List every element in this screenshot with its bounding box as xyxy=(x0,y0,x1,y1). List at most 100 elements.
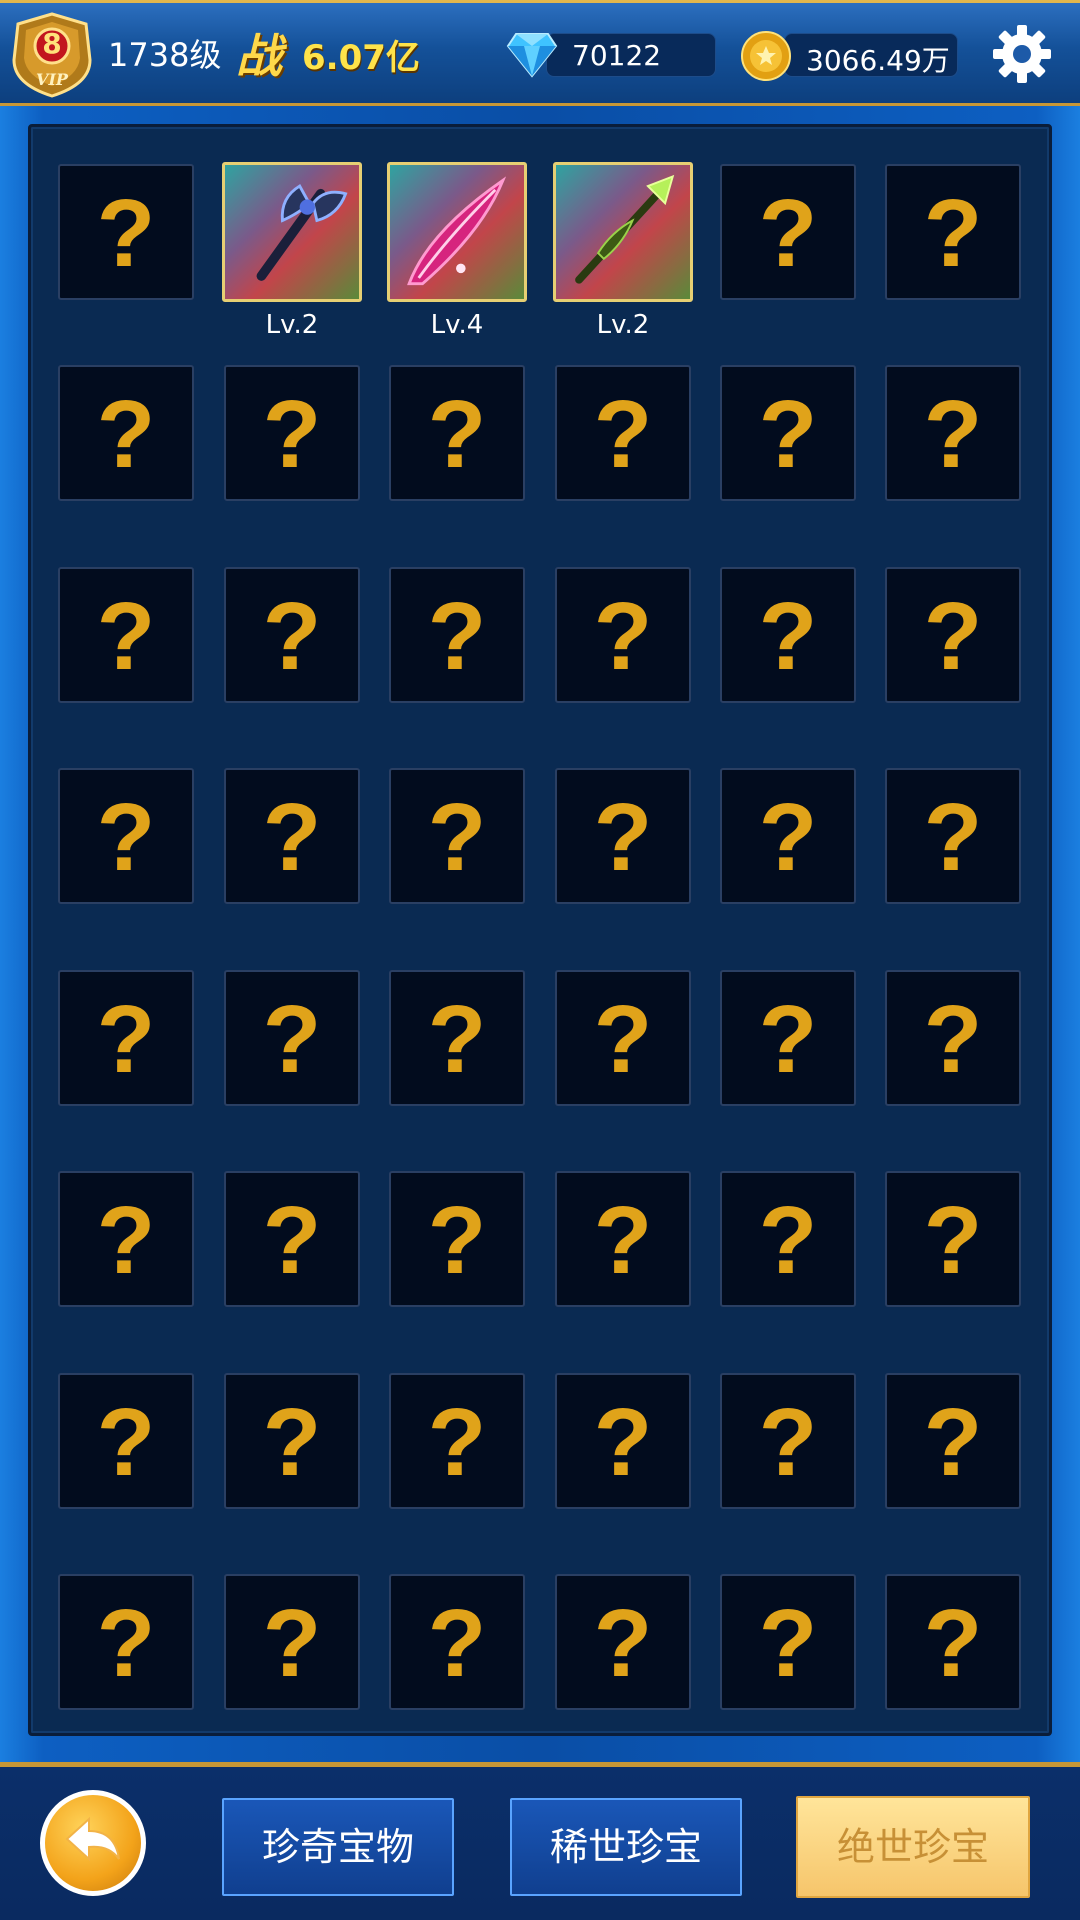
locked-treasure-slot[interactable]: ? xyxy=(389,970,525,1106)
locked-treasure-slot[interactable]: ? xyxy=(224,768,360,904)
question-mark-icon: ? xyxy=(758,381,818,488)
locked-treasure-slot[interactable]: ? xyxy=(224,567,360,703)
locked-treasure-slot[interactable]: ? xyxy=(58,1574,194,1710)
locked-treasure-slot[interactable]: ? xyxy=(885,567,1021,703)
locked-treasure-slot[interactable]: ? xyxy=(389,365,525,501)
locked-treasure-slot[interactable]: ? xyxy=(58,567,194,703)
treasure-slot-green-spear[interactable] xyxy=(553,162,693,302)
locked-treasure-slot[interactable]: ? xyxy=(720,567,856,703)
question-mark-icon: ? xyxy=(96,784,156,891)
question-mark-icon: ? xyxy=(427,1187,487,1294)
locked-treasure-slot[interactable]: ? xyxy=(885,365,1021,501)
locked-treasure-slot[interactable]: ? xyxy=(720,1373,856,1509)
treasure-slot-battle-axe[interactable] xyxy=(222,162,362,302)
question-mark-icon: ? xyxy=(96,180,156,287)
locked-treasure-slot[interactable]: ? xyxy=(555,768,691,904)
question-mark-icon: ? xyxy=(262,986,322,1093)
question-mark-icon: ? xyxy=(593,1389,653,1496)
locked-treasure-slot[interactable]: ? xyxy=(720,365,856,501)
question-mark-icon: ? xyxy=(593,381,653,488)
question-mark-icon: ? xyxy=(923,784,983,891)
question-mark-icon: ? xyxy=(923,1389,983,1496)
locked-treasure-slot[interactable]: ? xyxy=(389,1171,525,1307)
locked-treasure-slot[interactable]: ? xyxy=(224,1574,360,1710)
question-mark-icon: ? xyxy=(923,986,983,1093)
back-button[interactable] xyxy=(40,1790,146,1896)
tab-precious-treasure[interactable]: 稀世珍宝 xyxy=(510,1798,742,1896)
locked-treasure-slot[interactable]: ? xyxy=(555,1574,691,1710)
treasure-level: Lv.2 xyxy=(596,310,650,340)
question-mark-icon: ? xyxy=(262,1590,322,1697)
question-mark-icon: ? xyxy=(923,1187,983,1294)
locked-treasure-slot[interactable]: ? xyxy=(224,1373,360,1509)
question-mark-icon: ? xyxy=(593,1590,653,1697)
question-mark-icon: ? xyxy=(427,986,487,1093)
locked-treasure-slot[interactable]: ? xyxy=(58,768,194,904)
locked-treasure-slot[interactable]: ? xyxy=(885,164,1021,300)
locked-treasure-slot[interactable]: ? xyxy=(389,768,525,904)
locked-treasure-slot[interactable]: ? xyxy=(885,1574,1021,1710)
question-mark-icon: ? xyxy=(96,1590,156,1697)
pink-crystal-blade-icon xyxy=(407,176,507,286)
back-arrow-icon xyxy=(65,1816,120,1862)
locked-treasure-slot[interactable]: ? xyxy=(720,768,856,904)
gear-icon[interactable] xyxy=(992,24,1052,84)
question-mark-icon: ? xyxy=(96,583,156,690)
question-mark-icon: ? xyxy=(262,1187,322,1294)
locked-treasure-slot[interactable]: ? xyxy=(58,1373,194,1509)
question-mark-icon: ? xyxy=(758,1590,818,1697)
question-mark-icon: ? xyxy=(923,583,983,690)
locked-treasure-slot[interactable]: ? xyxy=(389,1574,525,1710)
treasure-level: Lv.2 xyxy=(265,310,319,340)
locked-treasure-slot[interactable]: ? xyxy=(555,365,691,501)
diamond-icon xyxy=(506,33,558,78)
question-mark-icon: ? xyxy=(96,1389,156,1496)
question-mark-icon: ? xyxy=(593,784,653,891)
question-mark-icon: ? xyxy=(923,1590,983,1697)
locked-treasure-slot[interactable]: ? xyxy=(720,1171,856,1307)
locked-treasure-slot[interactable]: ? xyxy=(555,1373,691,1509)
locked-treasure-slot[interactable]: ? xyxy=(555,970,691,1106)
locked-treasure-slot[interactable]: ? xyxy=(389,1373,525,1509)
locked-treasure-slot[interactable]: ? xyxy=(720,970,856,1106)
player-level: 1738级 xyxy=(108,36,222,74)
locked-treasure-slot[interactable]: ? xyxy=(58,970,194,1106)
locked-treasure-slot[interactable]: ? xyxy=(58,164,194,300)
locked-treasure-slot[interactable]: ? xyxy=(885,1373,1021,1509)
question-mark-icon: ? xyxy=(427,381,487,488)
power-label: 战 xyxy=(236,29,282,83)
tab-rare-treasure[interactable]: 珍奇宝物 xyxy=(222,1798,454,1896)
question-mark-icon: ? xyxy=(758,180,818,287)
question-mark-icon: ? xyxy=(427,583,487,690)
question-mark-icon: ? xyxy=(262,1389,322,1496)
locked-treasure-slot[interactable]: ? xyxy=(555,1171,691,1307)
locked-treasure-slot[interactable]: ? xyxy=(224,1171,360,1307)
locked-treasure-slot[interactable]: ? xyxy=(555,567,691,703)
tab-legendary-treasure[interactable]: 绝世珍宝 xyxy=(796,1796,1030,1898)
locked-treasure-slot[interactable]: ? xyxy=(885,768,1021,904)
question-mark-icon: ? xyxy=(758,1187,818,1294)
locked-treasure-slot[interactable]: ? xyxy=(720,1574,856,1710)
question-mark-icon: ? xyxy=(758,583,818,690)
question-mark-icon: ? xyxy=(593,583,653,690)
locked-treasure-slot[interactable]: ? xyxy=(389,567,525,703)
locked-treasure-slot[interactable]: ? xyxy=(224,365,360,501)
question-mark-icon: ? xyxy=(262,381,322,488)
question-mark-icon: ? xyxy=(427,784,487,891)
locked-treasure-slot[interactable]: ? xyxy=(720,164,856,300)
vip-badge[interactable]: 8 VIP xyxy=(8,12,96,98)
green-spear-icon xyxy=(575,174,675,284)
question-mark-icon: ? xyxy=(427,1590,487,1697)
question-mark-icon: ? xyxy=(758,1389,818,1496)
locked-treasure-slot[interactable]: ? xyxy=(58,1171,194,1307)
locked-treasure-slot[interactable]: ? xyxy=(885,1171,1021,1307)
locked-treasure-slot[interactable]: ? xyxy=(885,970,1021,1106)
locked-treasure-slot[interactable]: ? xyxy=(58,365,194,501)
locked-treasure-slot[interactable]: ? xyxy=(224,970,360,1106)
question-mark-icon: ? xyxy=(923,180,983,287)
battle-axe-icon xyxy=(256,184,348,281)
treasure-level: Lv.4 xyxy=(430,310,484,340)
question-mark-icon: ? xyxy=(262,784,322,891)
treasure-slot-pink-crystal-blade[interactable] xyxy=(387,162,527,302)
question-mark-icon: ? xyxy=(758,986,818,1093)
